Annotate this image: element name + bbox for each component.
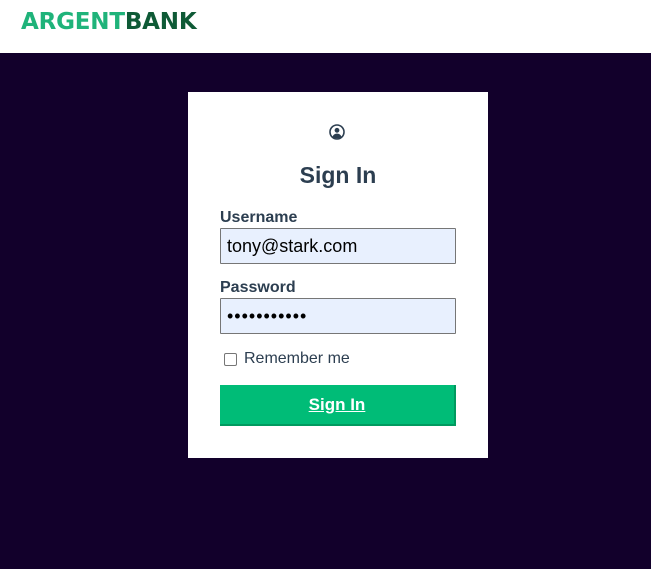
sign-in-card: Sign In Username tony@stark.com Password…: [188, 92, 488, 458]
username-label: Username: [220, 209, 298, 226]
logo-text-bank: BANK: [124, 9, 197, 35]
user-circle-icon: [329, 124, 345, 140]
username-input[interactable]: tony@stark.com: [220, 228, 456, 264]
password-input[interactable]: •••••••••••: [220, 298, 456, 334]
password-label: Password: [220, 279, 296, 296]
navbar: ARGENTBANK: [0, 0, 651, 53]
remember-me-row[interactable]: Remember me: [224, 350, 350, 368]
argent-bank-logo[interactable]: ARGENTBANK: [21, 9, 197, 35]
logo-text-argent: ARGENT: [21, 9, 125, 35]
remember-me-label[interactable]: Remember me: [244, 350, 350, 368]
sign-in-button[interactable]: Sign In: [220, 385, 456, 426]
sign-in-title: Sign In: [299, 162, 377, 188]
main-content: Sign In Username tony@stark.com Password…: [0, 53, 651, 569]
remember-me-checkbox[interactable]: [224, 352, 237, 366]
